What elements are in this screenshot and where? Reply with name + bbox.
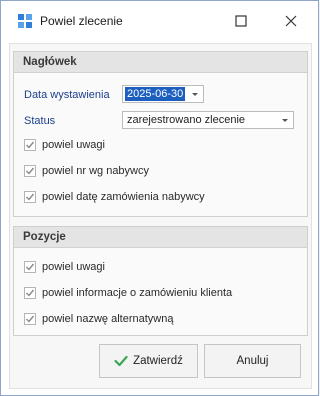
maximize-button[interactable]: [227, 9, 255, 35]
cancel-button[interactable]: Anuluj: [204, 344, 301, 378]
chevron-down-icon[interactable]: [192, 93, 198, 96]
date-value: 2025-06-30: [125, 87, 186, 101]
window-title: Powiel zlecenie: [40, 14, 123, 28]
checkbox-label: powiel uwagi: [42, 261, 105, 273]
chevron-down-icon[interactable]: [282, 119, 288, 122]
checkbox-label: powiel datę zamówienia nabywcy: [42, 191, 205, 203]
date-picker[interactable]: 2025-06-30: [122, 85, 204, 103]
checkbox-label: powiel nr wg nabywcy: [42, 165, 149, 177]
checkbox-row[interactable]: powiel uwagi: [24, 139, 105, 151]
checkbox[interactable]: [24, 165, 36, 177]
checkbox[interactable]: [24, 261, 36, 273]
maximize-icon: [235, 14, 247, 30]
status-select[interactable]: zarejestrowano zlecenie: [122, 111, 294, 129]
status-value: zarejestrowano zlecenie: [127, 114, 246, 126]
dialog-window: Powiel zlecenie Nagłówek Data wystawieni…: [0, 0, 319, 396]
checkbox-row[interactable]: powiel uwagi: [24, 261, 105, 273]
checkbox[interactable]: [24, 139, 36, 151]
close-icon: [285, 15, 297, 30]
naglowek-group: Nagłówek Data wystawienia 2025-06-30 Sta…: [13, 51, 308, 217]
checkbox-label: powiel uwagi: [42, 139, 105, 151]
checkbox-row[interactable]: powiel informacje o zamówieniu klienta: [24, 287, 232, 299]
checkbox-row[interactable]: powiel nr wg nabywcy: [24, 165, 149, 177]
checkbox[interactable]: [24, 191, 36, 203]
checkbox[interactable]: [24, 313, 36, 325]
checkbox-row[interactable]: powiel nazwę alternatywną: [24, 313, 173, 325]
pozycje-header: Pozycje: [14, 227, 307, 248]
checkbox-label: powiel informacje o zamówieniu klienta: [42, 287, 233, 299]
checkmark-icon: [114, 355, 128, 367]
checkbox-label: powiel nazwę alternatywną: [42, 313, 174, 325]
pozycje-group: Pozycje powiel uwagi powiel informacje o…: [13, 226, 308, 336]
close-button[interactable]: [277, 9, 305, 35]
checkbox-row[interactable]: powiel datę zamówienia nabywcy: [24, 191, 205, 203]
naglowek-header: Nagłówek: [14, 52, 307, 73]
confirm-label: Zatwierdź: [133, 355, 183, 367]
date-label: Data wystawienia: [24, 89, 110, 101]
title-bar: Powiel zlecenie: [1, 1, 318, 41]
checkbox[interactable]: [24, 287, 36, 299]
confirm-button[interactable]: Zatwierdź: [99, 344, 198, 378]
cancel-label: Anuluj: [236, 355, 269, 367]
app-grid-icon: [17, 13, 33, 29]
status-label: Status: [24, 115, 56, 127]
